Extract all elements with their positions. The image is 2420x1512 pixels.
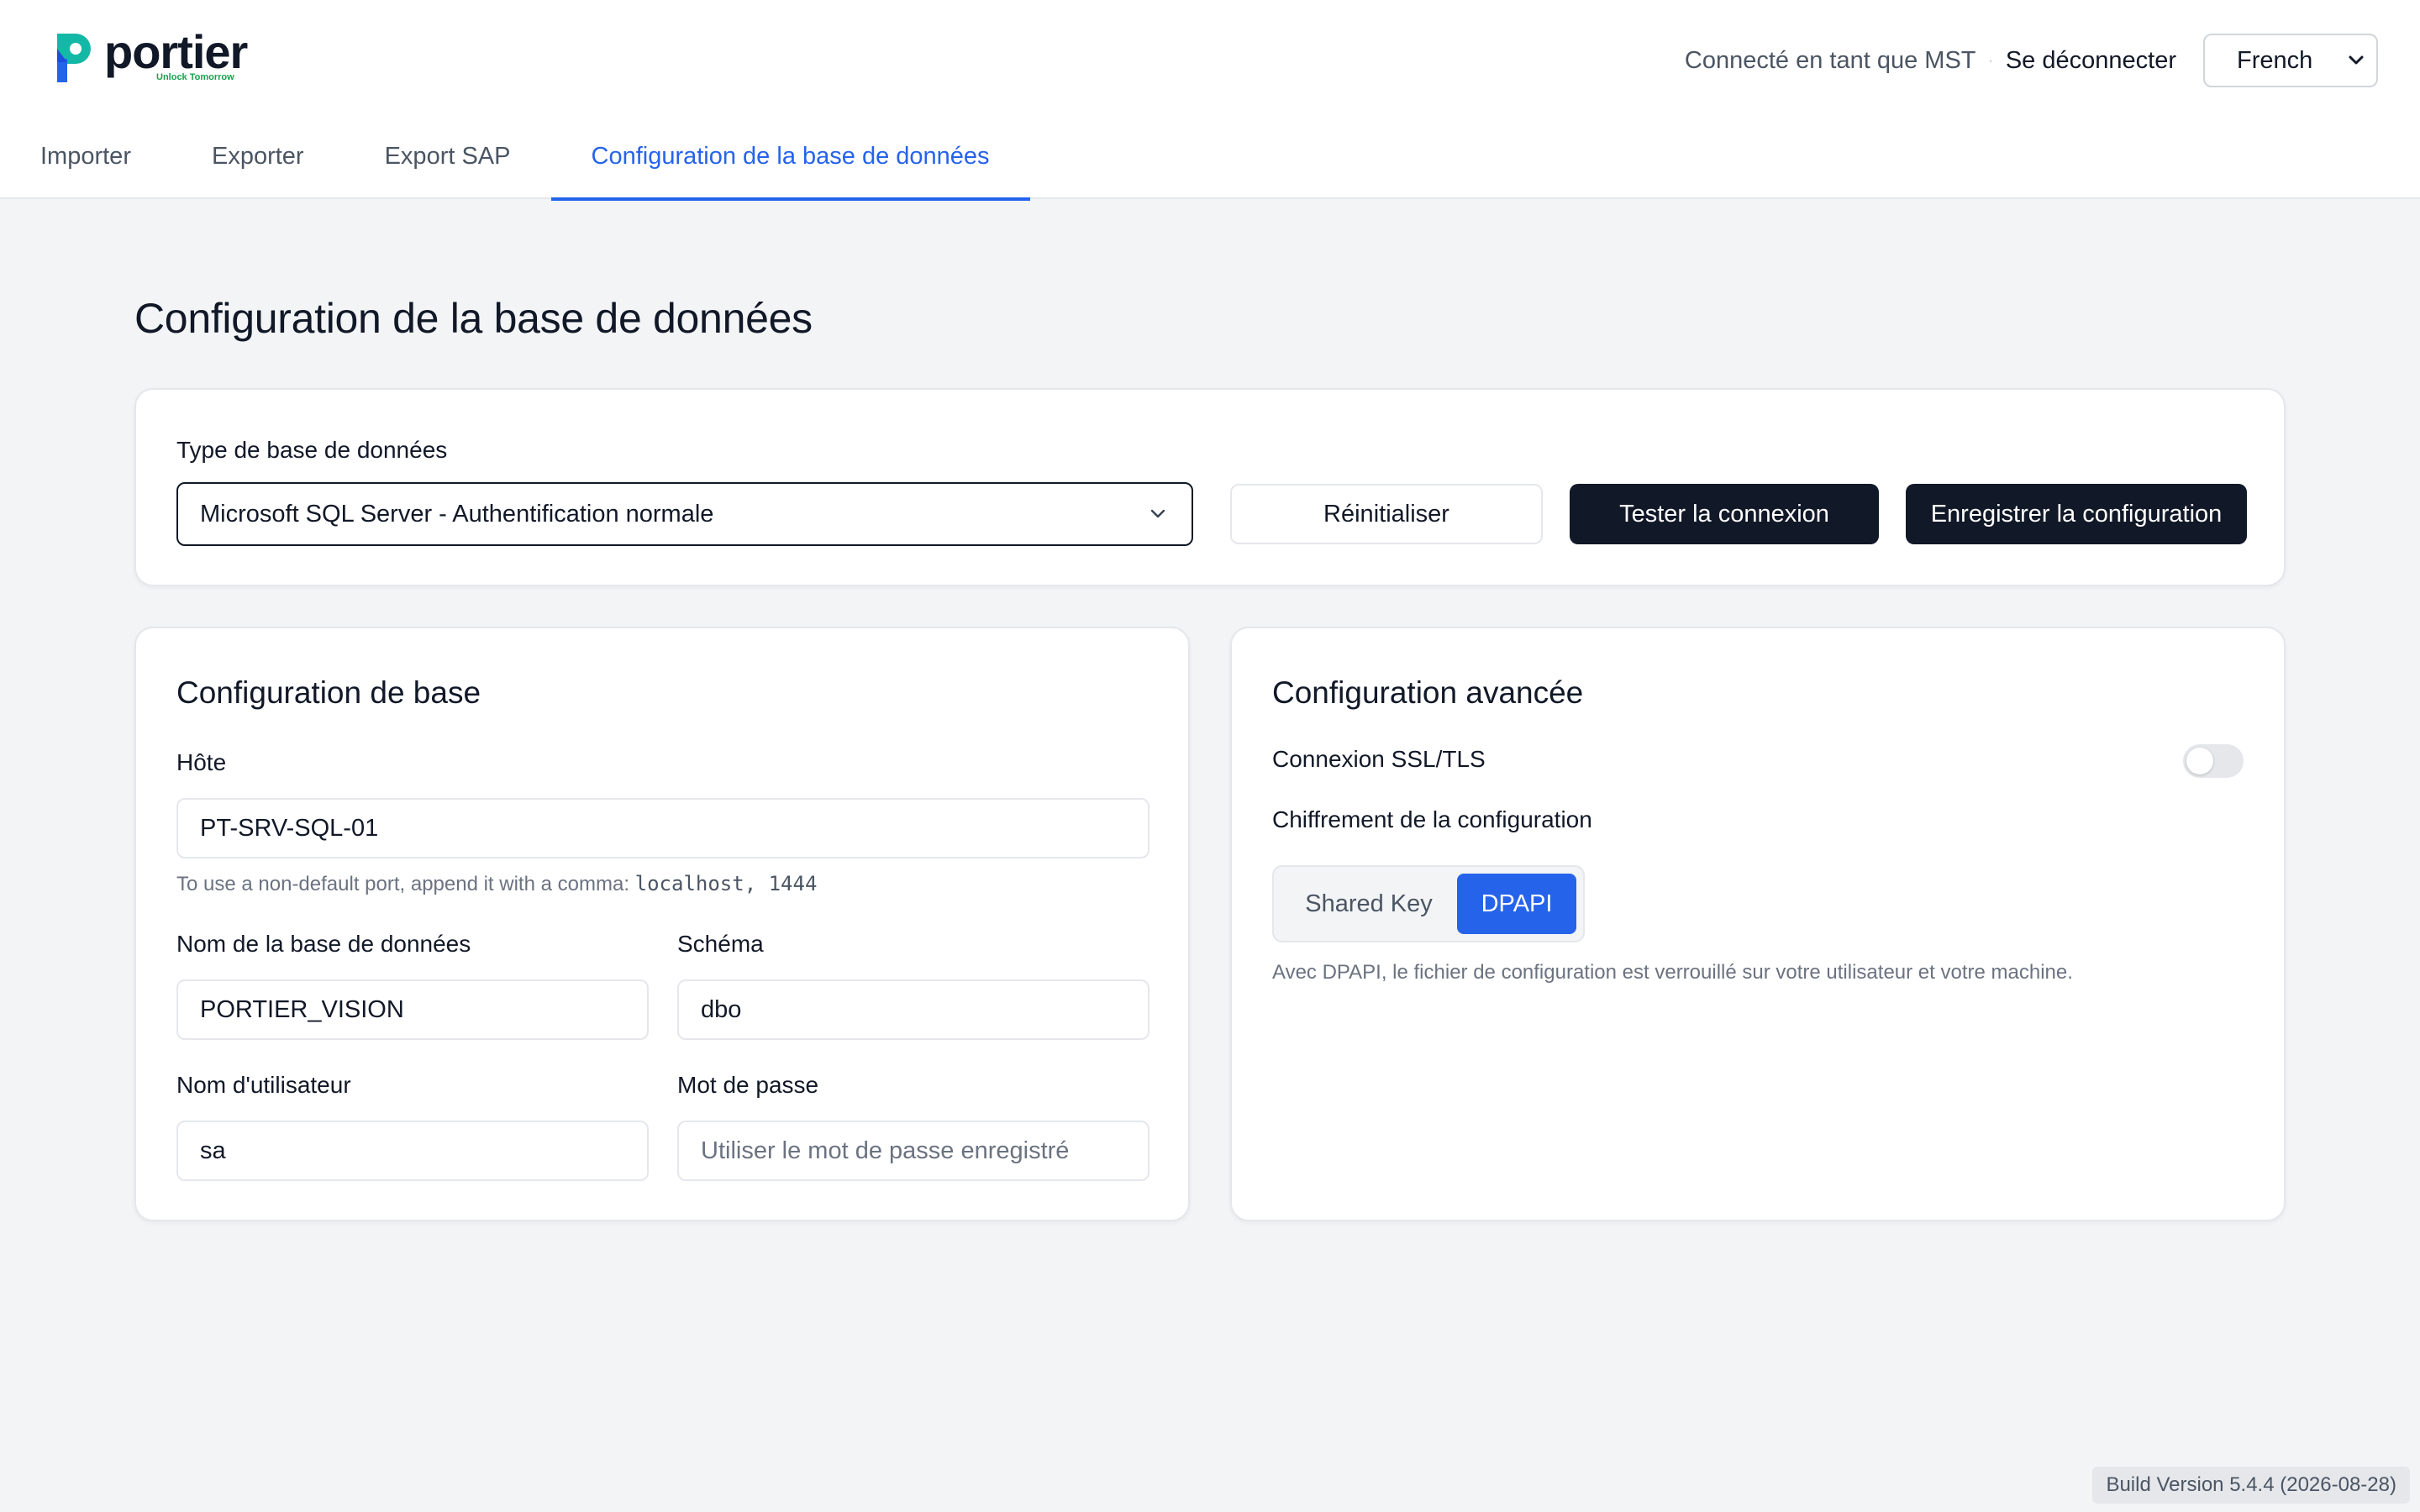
- logout-link[interactable]: Se déconnecter: [2006, 47, 2176, 75]
- db-type-card: Type de base de données Microsoft SQL Se…: [134, 388, 2286, 586]
- host-hint-code: localhost, 1444: [634, 872, 818, 895]
- host-input[interactable]: PT-SRV-SQL-01: [176, 798, 1150, 858]
- reset-button[interactable]: Réinitialiser: [1230, 484, 1543, 544]
- advanced-config-title: Configuration avancée: [1272, 675, 1584, 710]
- toggle-knob: [2186, 748, 2213, 774]
- password-label: Mot de passe: [677, 1072, 819, 1098]
- chevron-down-icon: [1150, 509, 1165, 518]
- encryption-option-shared-key[interactable]: Shared Key: [1281, 874, 1457, 934]
- host-label: Hôte: [176, 749, 227, 775]
- ssl-label: Connexion SSL/TLS: [1272, 746, 1486, 772]
- password-input[interactable]: Utiliser le mot de passe enregistré: [677, 1121, 1150, 1181]
- build-version: Build Version 5.4.4 (2026-08-28): [2092, 1467, 2410, 1504]
- chevron-down-icon: [2349, 55, 2364, 65]
- db-type-label: Type de base de données: [176, 437, 448, 463]
- dbname-label: Nom de la base de données: [176, 931, 471, 957]
- ssl-toggle[interactable]: [2183, 744, 2244, 778]
- basic-config-title: Configuration de base: [176, 675, 481, 710]
- db-type-value: Microsoft SQL Server - Authentification …: [200, 500, 714, 528]
- tab-importer[interactable]: Importer: [0, 128, 171, 199]
- tab-export-sap[interactable]: Export SAP: [345, 128, 551, 199]
- user-area: Connecté en tant que MST · Se déconnecte…: [1685, 34, 2378, 87]
- brand-tagline: Unlock Tomorrow: [156, 72, 234, 82]
- test-connection-button[interactable]: Tester la connexion: [1570, 484, 1879, 544]
- username-label: Nom d'utilisateur: [176, 1072, 351, 1098]
- advanced-config-card: Configuration avancée Connexion SSL/TLS …: [1230, 627, 2286, 1221]
- logo[interactable]: portier Unlock Tomorrow: [52, 25, 248, 87]
- host-hint: To use a non-default port, append it wit…: [176, 872, 817, 896]
- tab-database-config[interactable]: Configuration de la base de données: [550, 128, 1030, 201]
- save-config-button[interactable]: Enregistrer la configuration: [1906, 484, 2247, 544]
- app-header: portier Unlock Tomorrow Connecté en tant…: [0, 0, 2420, 201]
- portier-logo-icon: [57, 34, 91, 82]
- encryption-label: Chiffrement de la configuration: [1272, 806, 1592, 832]
- logged-in-user: Connecté en tant que MST: [1684, 46, 1976, 74]
- page: portier Unlock Tomorrow Connecté en tant…: [0, 0, 2420, 1512]
- username-input[interactable]: sa: [176, 1121, 649, 1181]
- host-hint-text: To use a non-default port, append it wit…: [176, 873, 629, 895]
- db-type-select[interactable]: Microsoft SQL Server - Authentification …: [176, 482, 1193, 546]
- page-title: Configuration de la base de données: [134, 295, 813, 342]
- language-value: French: [2237, 46, 2313, 74]
- separator-dot: ·: [1987, 50, 1994, 71]
- brand-name: portier: [104, 25, 248, 78]
- encryption-segmented-control: Shared Key DPAPI: [1272, 865, 1585, 942]
- tab-exporter[interactable]: Exporter: [171, 128, 345, 199]
- dbname-input[interactable]: PORTIER_VISION: [176, 979, 649, 1040]
- basic-config-card: Configuration de base Hôte PT-SRV-SQL-01…: [134, 627, 1190, 1221]
- main-tabs: Importer Exporter Export SAP Configurati…: [0, 128, 1030, 201]
- schema-input[interactable]: dbo: [677, 979, 1150, 1040]
- dpapi-note: Avec DPAPI, le fichier de configuration …: [1272, 961, 2073, 984]
- schema-label: Schéma: [677, 931, 764, 957]
- language-select[interactable]: French: [2203, 34, 2378, 87]
- encryption-option-dpapi[interactable]: DPAPI: [1457, 874, 1576, 934]
